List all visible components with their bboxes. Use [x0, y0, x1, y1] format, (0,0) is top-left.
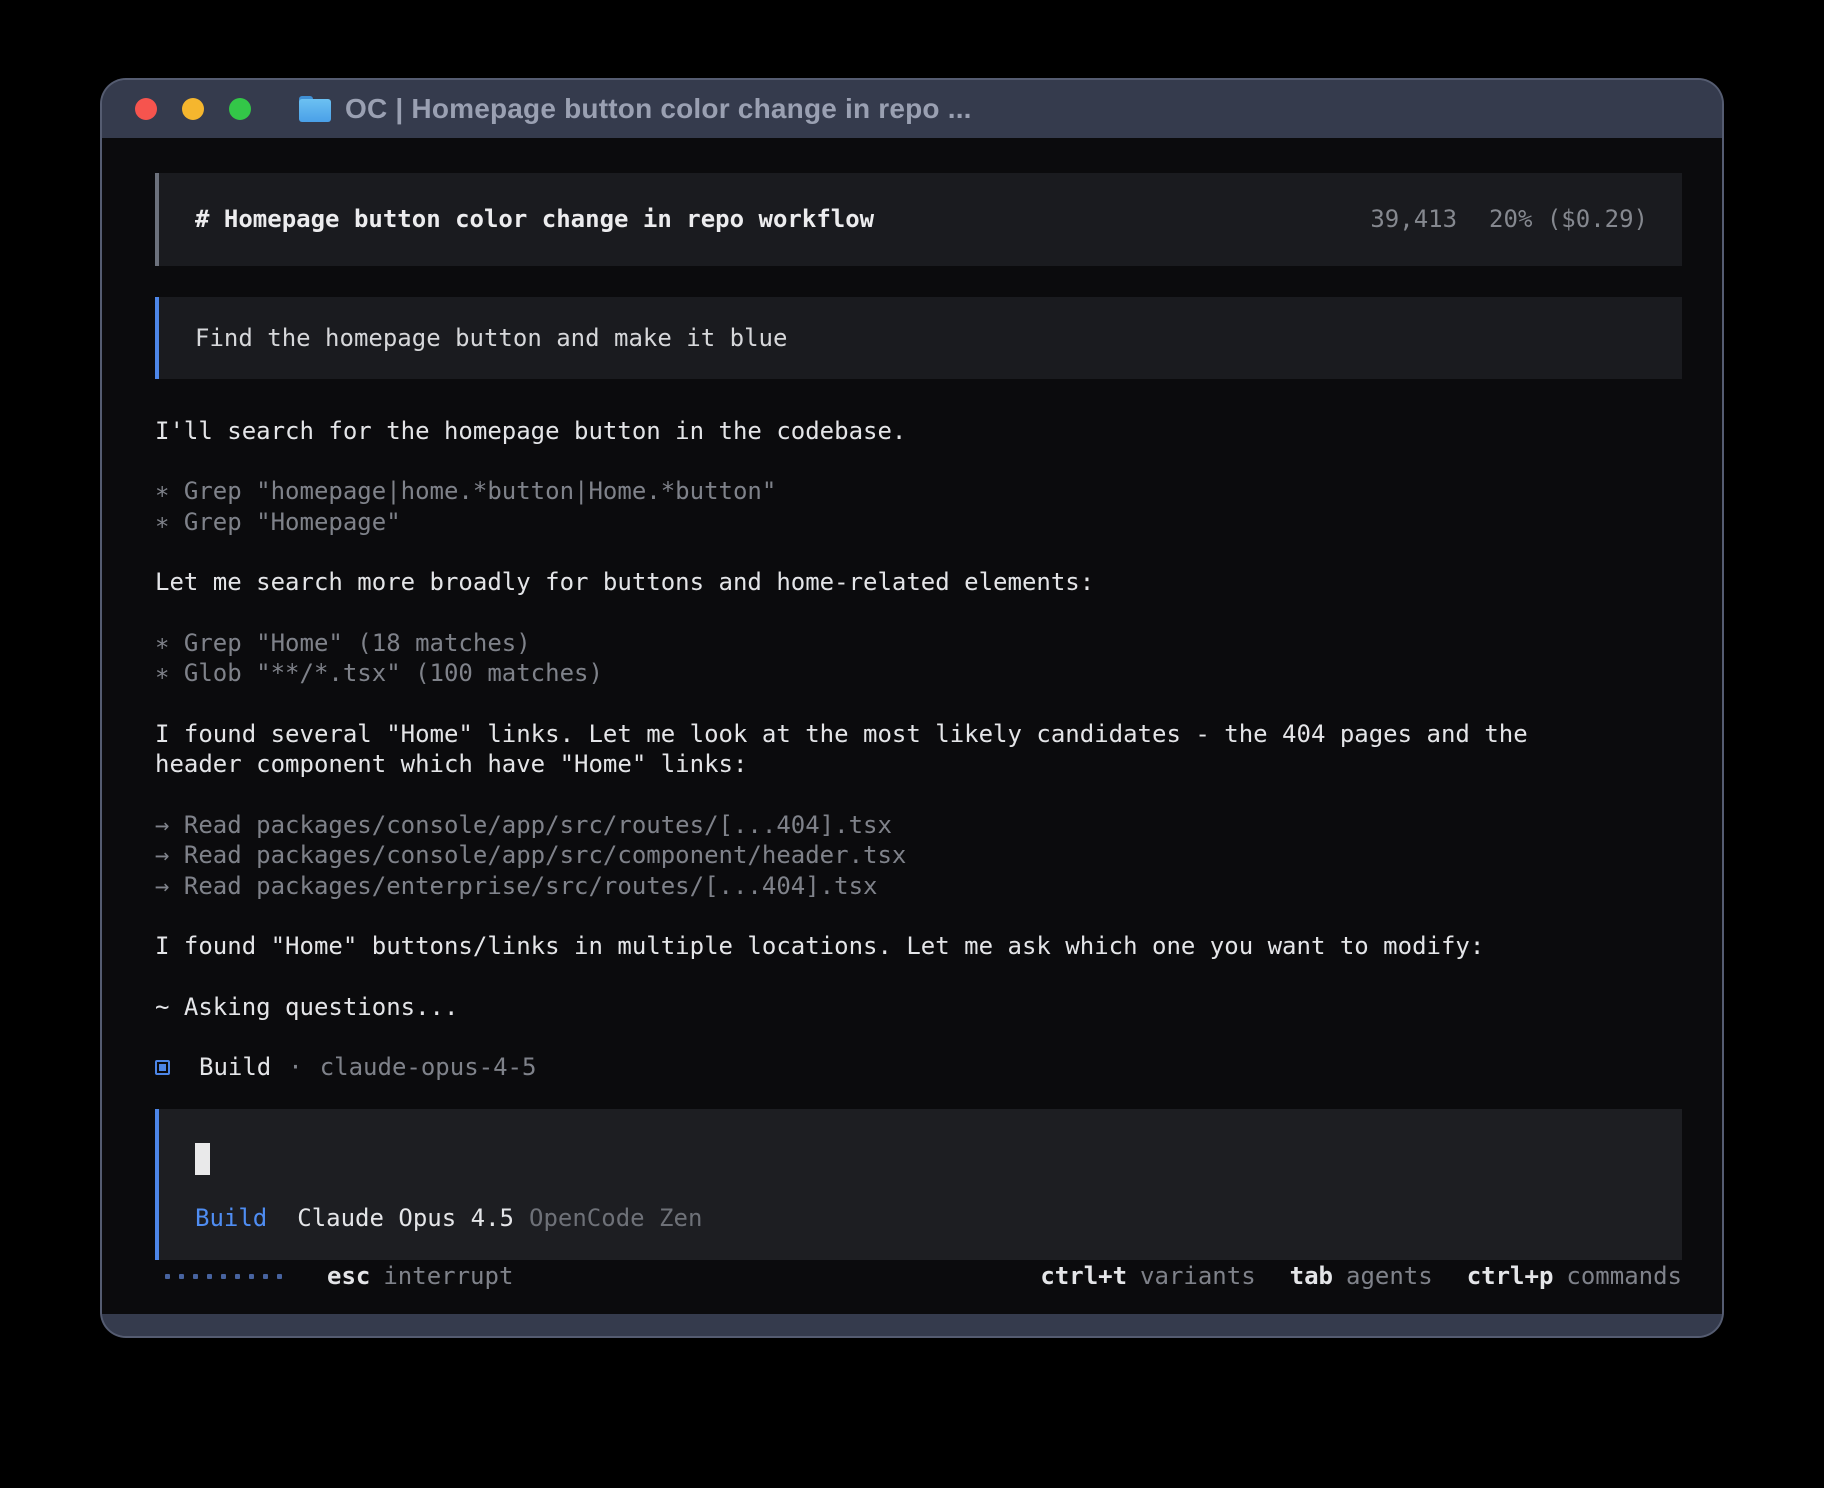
- window-titlebar[interactable]: OC | Homepage button color change in rep…: [102, 80, 1722, 138]
- status-bar-left: esc interrupt: [165, 1261, 513, 1292]
- agent-status-separator: ·: [288, 1052, 302, 1083]
- spinner-dot: [277, 1274, 282, 1279]
- input-model-provider: OpenCode Zen: [529, 1203, 702, 1234]
- agent-status-row: Build · claude-opus-4-5: [155, 1052, 1682, 1083]
- titlebar-title-group: OC | Homepage button color change in rep…: [299, 93, 972, 125]
- context-usage-cost: 20% ($0.29): [1489, 204, 1648, 235]
- spinner-dot: [221, 1274, 226, 1279]
- token-count: 39,413: [1370, 204, 1457, 235]
- input-model-name[interactable]: Claude Opus 4.5: [297, 1203, 514, 1234]
- prompt-input[interactable]: Build Claude Opus 4.5 OpenCode Zen: [155, 1109, 1682, 1260]
- zoom-window-button[interactable]: [229, 98, 251, 120]
- window-title: OC | Homepage button color change in rep…: [345, 93, 972, 125]
- hint-agents: tab agents: [1290, 1261, 1433, 1292]
- build-square-icon: [155, 1060, 170, 1075]
- close-window-button[interactable]: [135, 98, 157, 120]
- spinner-dot: [235, 1274, 240, 1279]
- minimize-window-button[interactable]: [182, 98, 204, 120]
- user-message-text: Find the homepage button and make it blu…: [195, 323, 787, 354]
- folder-icon: [299, 96, 331, 122]
- spinner-dot: [263, 1274, 268, 1279]
- hint-label: commands: [1566, 1261, 1682, 1292]
- input-mode-line: Build Claude Opus 4.5 OpenCode Zen: [195, 1203, 1682, 1234]
- hint-key: ctrl+p: [1467, 1261, 1554, 1292]
- terminal-content[interactable]: # Homepage button color change in repo w…: [102, 138, 1722, 1314]
- spinner-dot: [207, 1274, 212, 1279]
- hint-key: ctrl+t: [1040, 1261, 1127, 1292]
- input-agent-mode[interactable]: Build: [195, 1203, 267, 1234]
- agent-status-model: claude-opus-4-5: [320, 1052, 537, 1083]
- hint-variants: ctrl+t variants: [1040, 1261, 1255, 1292]
- session-stats: 39,413 20% ($0.29): [1370, 204, 1648, 235]
- agent-status-name: Build: [199, 1052, 271, 1083]
- hint-interrupt-key: esc: [327, 1261, 370, 1292]
- transcript-paragraph: I'll search for the homepage button in t…: [155, 416, 1682, 447]
- transcript-paragraph: ∗ Grep "homepage|home.*button|Home.*butt…: [155, 476, 1682, 537]
- transcript-paragraph: I found "Home" buttons/links in multiple…: [155, 931, 1682, 962]
- spinner-dot: [249, 1274, 254, 1279]
- transcript-paragraph: ~ Asking questions...: [155, 992, 1682, 1023]
- hint-key: tab: [1290, 1261, 1333, 1292]
- spinner-dot: [193, 1274, 198, 1279]
- hint-label: variants: [1140, 1261, 1256, 1292]
- working-spinner-dots: [165, 1274, 282, 1279]
- user-message: Find the homepage button and make it blu…: [155, 297, 1682, 379]
- text-cursor: [195, 1143, 210, 1175]
- hint-interrupt: esc interrupt: [327, 1261, 513, 1292]
- spinner-dot: [179, 1274, 184, 1279]
- transcript-paragraph: ∗ Grep "Home" (18 matches) ∗ Glob "**/*.…: [155, 628, 1682, 689]
- hint-commands: ctrl+p commands: [1467, 1261, 1682, 1292]
- transcript-paragraph: → Read packages/console/app/src/routes/[…: [155, 810, 1682, 902]
- hint-interrupt-label: interrupt: [383, 1261, 513, 1292]
- session-header: # Homepage button color change in repo w…: [155, 173, 1682, 266]
- window-bottom-edge: [102, 1314, 1722, 1336]
- transcript-paragraph: Let me search more broadly for buttons a…: [155, 567, 1682, 598]
- traffic-lights: [135, 98, 251, 120]
- status-bar: esc interrupt ctrl+tvariantstabagentsctr…: [155, 1260, 1682, 1292]
- hint-label: agents: [1346, 1261, 1433, 1292]
- status-bar-right: ctrl+t variants tab agents ctrl+p commands: [1040, 1261, 1682, 1292]
- transcript-paragraph: I found several "Home" links. Let me loo…: [155, 719, 1682, 780]
- spinner-dot: [165, 1274, 170, 1279]
- assistant-transcript: I'll search for the homepage button in t…: [155, 386, 1682, 1023]
- desktop-background: OC | Homepage button color change in rep…: [0, 0, 1824, 1488]
- session-title: # Homepage button color change in repo w…: [195, 204, 874, 235]
- terminal-window: OC | Homepage button color change in rep…: [100, 78, 1724, 1338]
